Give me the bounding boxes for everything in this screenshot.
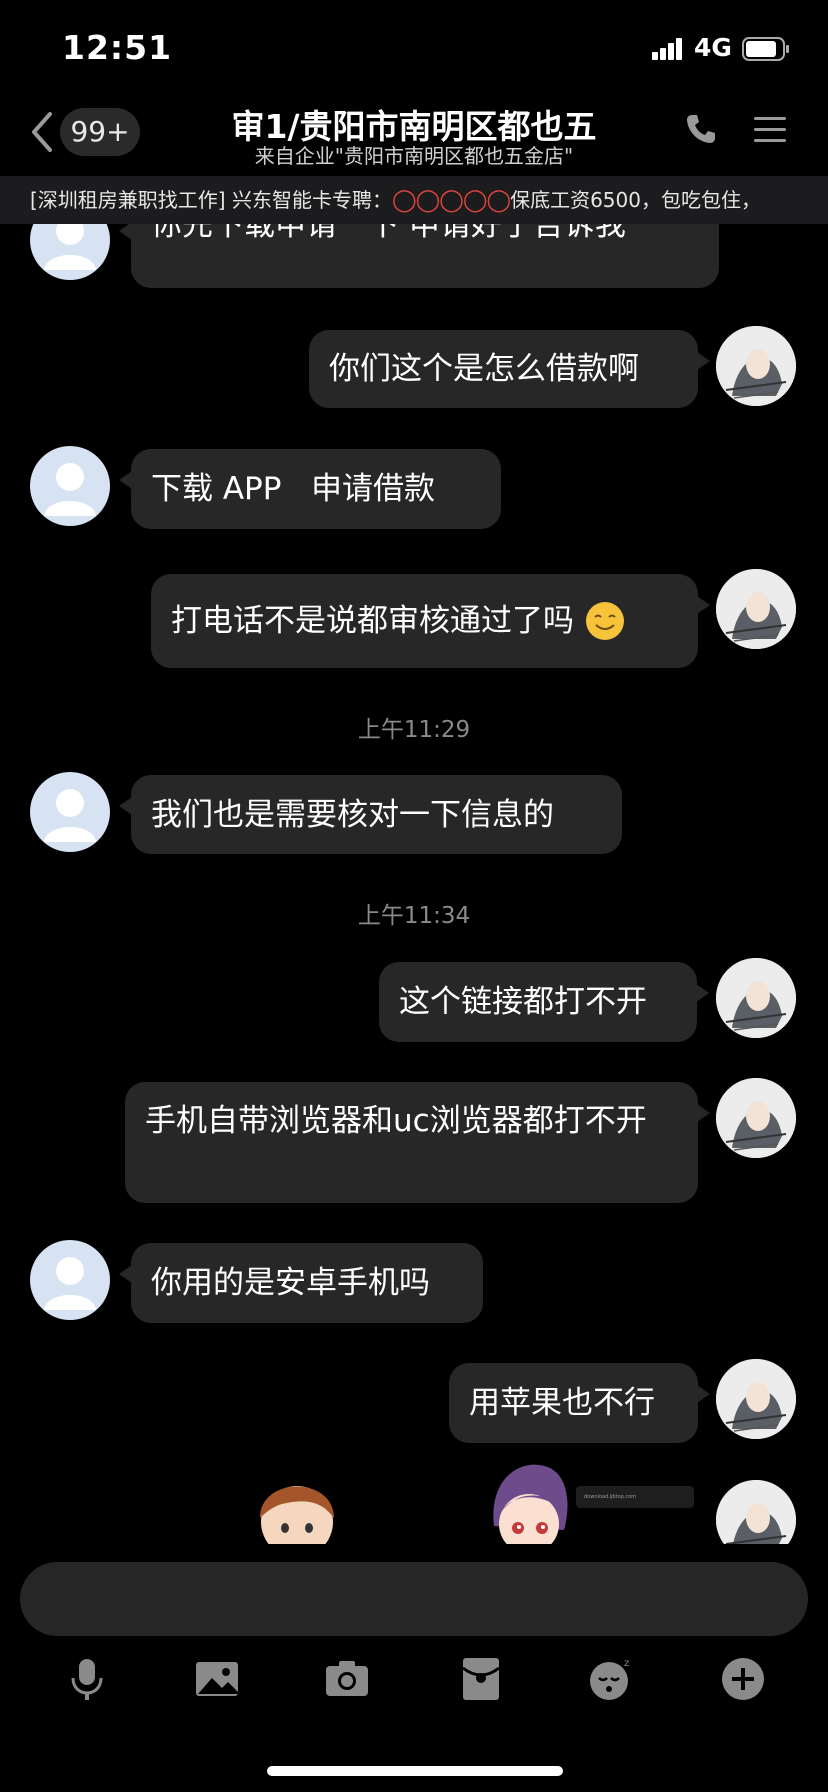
message-bubble[interactable]: 你先下载申请一下 申请好了告诉我	[119, 224, 719, 288]
image-icon[interactable]	[194, 1656, 240, 1702]
message-bubble[interactable]: 你们这个是怎么借款啊	[309, 330, 710, 408]
message-bubble[interactable]: 下载 APP 申请借款	[119, 449, 501, 529]
self-avatar[interactable]	[716, 1359, 796, 1439]
self-avatar[interactable]	[716, 569, 796, 649]
announcement-suffix: 保底工资6500，包吃包住，	[510, 188, 761, 212]
message-text: 你们这个是怎么借款啊	[329, 351, 639, 387]
message-text: 你用的是安卓手机吗	[151, 1265, 430, 1301]
microphone-icon[interactable]	[64, 1656, 110, 1702]
announcement-circles: ◯◯◯◯◯	[391, 188, 511, 213]
message-text: 打电话不是说都审核通过了吗	[171, 603, 574, 639]
message-text: 用苹果也不行	[469, 1385, 655, 1421]
timestamp-divider: 上午11:29	[357, 717, 471, 743]
message-bubble[interactable]: 我们也是需要核对一下信息的	[119, 775, 622, 854]
bubble-tail	[697, 352, 710, 370]
camera-icon[interactable]	[324, 1656, 370, 1702]
chat-subtitle: 来自企业"贵阳市南明区都也五金店"	[254, 144, 574, 168]
screenshot-url: download.ljbtop.com	[584, 1494, 637, 1500]
bubble-tail	[697, 596, 710, 614]
battery-icon	[742, 37, 789, 61]
message-text: 你先下载申请一下 申请好了告诉我	[151, 224, 626, 243]
announcement-prefix: [深圳租房兼职找工作] 兴东智能卡专聘：	[30, 188, 392, 212]
self-avatar[interactable]	[716, 326, 796, 406]
chat-area[interactable]: 你先下载申请一下 申请好了告诉我 你们这个是怎么借款啊 下载 APP 申请借款 …	[0, 224, 828, 1544]
unread-count-badge[interactable]: 99+	[60, 108, 140, 156]
message-input[interactable]	[20, 1562, 808, 1636]
home-indicator	[267, 1766, 563, 1776]
contact-avatar[interactable]	[30, 446, 110, 526]
svg-text:z: z	[624, 1658, 629, 1669]
phone-icon[interactable]	[684, 112, 718, 146]
bubble-tail	[119, 224, 132, 240]
message-bubble[interactable]: 用苹果也不行	[449, 1363, 710, 1443]
back-icon[interactable]	[28, 108, 56, 156]
boy-sticker[interactable]	[252, 1466, 342, 1544]
message-text: 下载 APP 申请借款	[151, 471, 436, 507]
bubble-tail	[119, 797, 132, 815]
status-bar: 12:51 4G	[0, 0, 828, 100]
smile-emoji-icon	[586, 602, 624, 640]
nav-bar: 99+ 审1/贵阳市南明区都也五 来自企业"贵阳市南明区都也五金店"	[0, 100, 828, 176]
bubble-tail	[696, 984, 709, 1002]
message-text: 手机自带浏览器和uc浏览器都打不开	[145, 1103, 647, 1139]
message-bubble[interactable]: 你用的是安卓手机吗	[119, 1243, 483, 1323]
self-avatar[interactable]	[716, 1078, 796, 1158]
announcement-bar[interactable]: [深圳租房兼职找工作] 兴东智能卡专聘：◯◯◯◯◯保底工资6500，包吃包住，	[0, 176, 828, 224]
chat-screen: 12:51 4G 99+ 审1/贵阳市南明区都也五 来自企业"贵阳市南明区都也五…	[0, 0, 828, 1792]
message-text: 我们也是需要核对一下信息的	[151, 796, 554, 833]
emoji-icon[interactable]: z	[588, 1656, 634, 1702]
message-bubble[interactable]: 这个链接都打不开	[379, 962, 709, 1042]
plus-icon[interactable]	[720, 1656, 766, 1702]
self-avatar[interactable]	[716, 1480, 796, 1544]
menu-icon[interactable]	[752, 114, 788, 146]
signal-icon	[652, 38, 682, 60]
timestamp-divider: 上午11:34	[357, 903, 471, 929]
girl-sticker[interactable]	[484, 1456, 574, 1544]
bubble-tail	[697, 1104, 710, 1122]
contact-avatar[interactable]	[30, 224, 110, 280]
status-time: 12:51	[62, 28, 173, 67]
network-label: 4G	[694, 33, 732, 62]
message-bubble[interactable]: 手机自带浏览器和uc浏览器都打不开	[125, 1082, 710, 1203]
bubble-tail	[697, 1385, 710, 1403]
bubble-tail	[119, 1265, 132, 1283]
message-text: 这个链接都打不开	[399, 984, 647, 1020]
contact-avatar[interactable]	[30, 772, 110, 852]
bubble-tail	[119, 471, 132, 489]
message-bubble[interactable]: 打电话不是说都审核通过了吗	[151, 574, 710, 668]
self-avatar[interactable]	[716, 958, 796, 1038]
screenshot-thumbnail[interactable]: download.ljbtop.com	[576, 1486, 694, 1508]
contact-avatar[interactable]	[30, 1240, 110, 1320]
red-packet-icon[interactable]	[458, 1656, 504, 1702]
